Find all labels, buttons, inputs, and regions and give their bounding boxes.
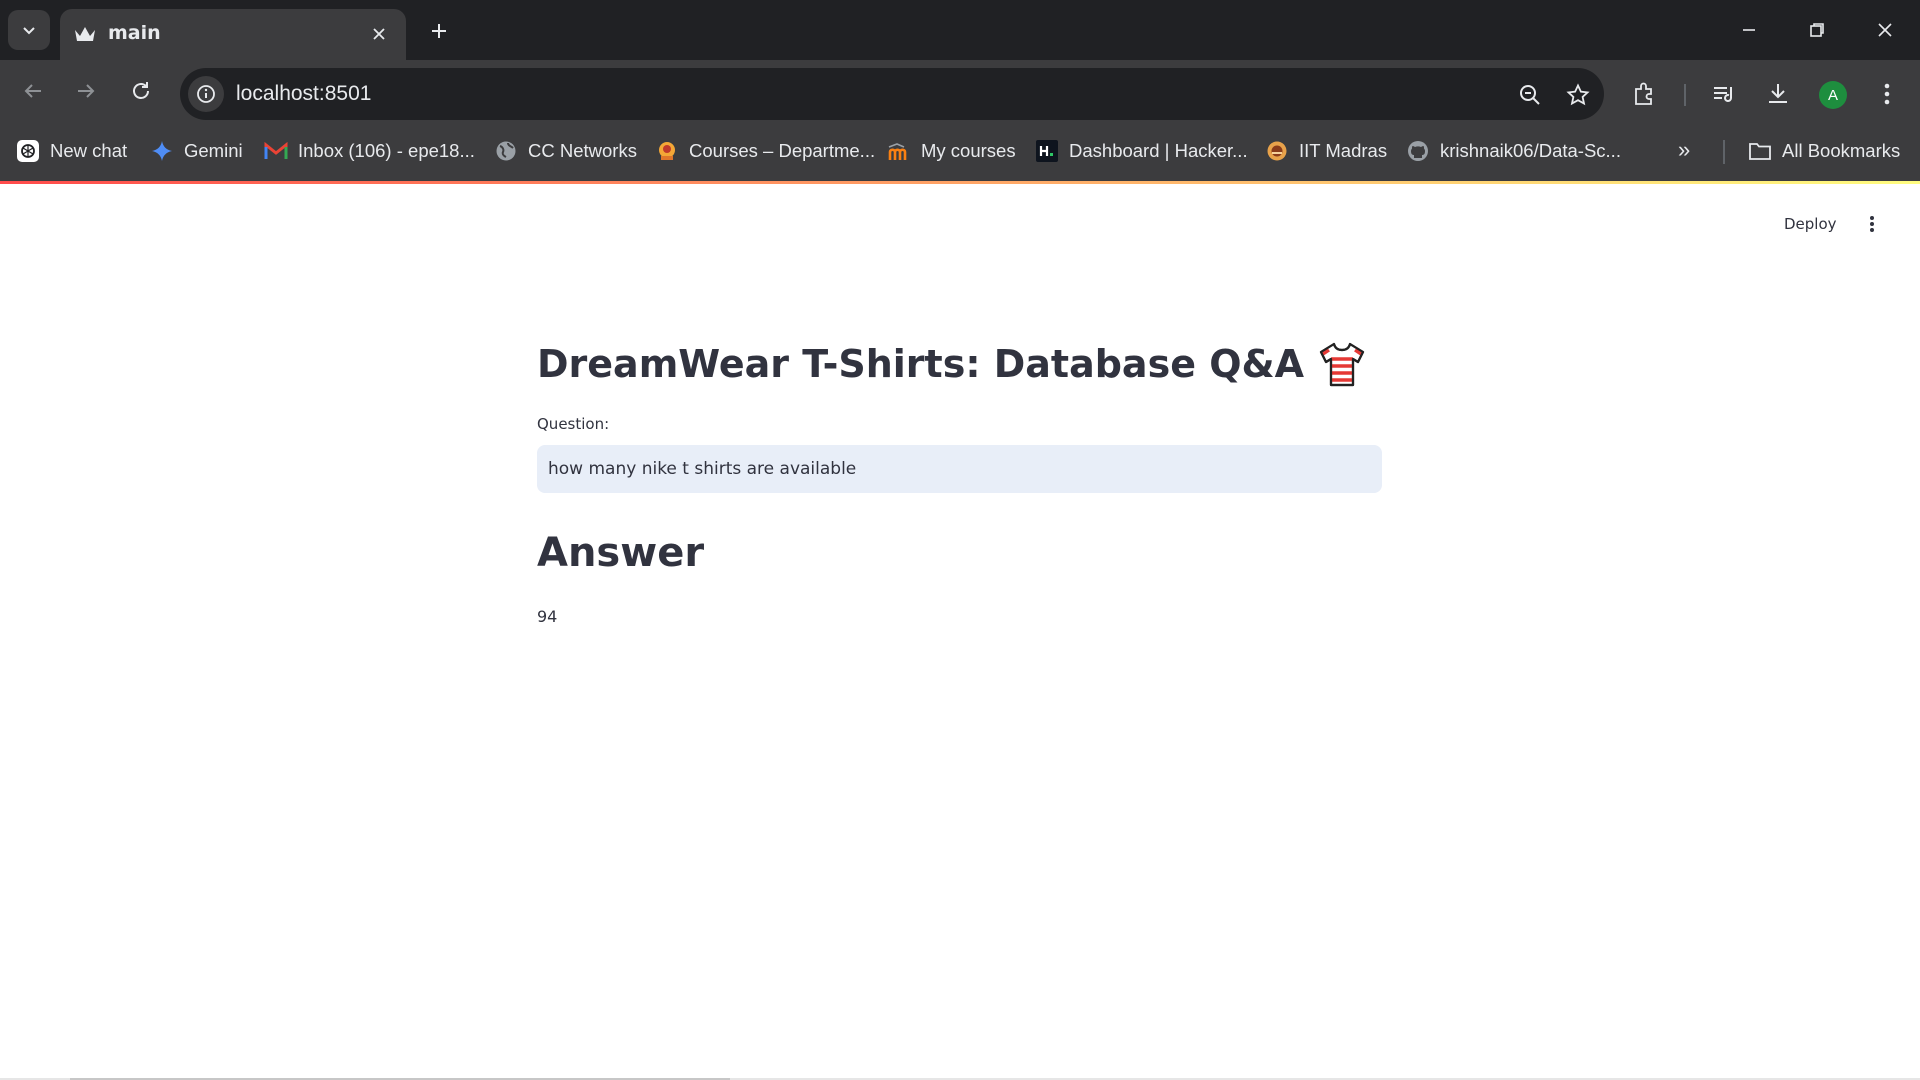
url-text[interactable]: localhost:8501 — [236, 82, 371, 106]
site-info-icon[interactable] — [188, 76, 224, 112]
page-title: DreamWear T-Shirts: Database Q&A — [537, 340, 1366, 388]
streamlit-favicon-icon — [73, 22, 97, 46]
iitm-icon — [1265, 139, 1289, 163]
download-icon[interactable] — [1760, 76, 1796, 112]
bookmark-label: krishnaik06/Data-Sc... — [1440, 140, 1621, 161]
bookmark-label: Courses – Departme... — [689, 140, 876, 161]
forward-icon[interactable] — [67, 72, 105, 110]
media-controls-icon[interactable] — [1706, 76, 1742, 112]
folder-icon — [1748, 139, 1772, 163]
bookmark-cc-networks[interactable]: CC Networks — [494, 136, 637, 166]
new-tab-icon[interactable] — [422, 14, 456, 48]
bookmark-label: Gemini — [184, 140, 243, 161]
all-bookmarks-label: All Bookmarks — [1782, 140, 1901, 161]
page-title-text: DreamWear T-Shirts: Database Q&A — [537, 342, 1305, 386]
bookmark-inbox[interactable]: Inbox (106) - epe18... — [264, 136, 475, 166]
address-bar[interactable]: localhost:8501 — [180, 68, 1604, 120]
deploy-button[interactable]: Deploy — [1784, 215, 1837, 233]
restore-icon[interactable] — [1797, 10, 1837, 50]
chrome-menu-icon[interactable] — [1869, 76, 1905, 112]
app-menu-icon[interactable] — [1860, 210, 1884, 238]
bookmark-star-icon[interactable] — [1561, 78, 1595, 112]
app-page: Deploy DreamWear T-Shirts: Database Q&A … — [0, 184, 1920, 1080]
toolbar-divider — [1684, 84, 1686, 106]
gmail-icon — [264, 139, 288, 163]
reload-icon[interactable] — [122, 72, 160, 110]
bookmark-new-chat[interactable]: New chat — [16, 136, 127, 166]
answer-heading: Answer — [537, 530, 705, 576]
bookmark-github[interactable]: krishnaik06/Data-Sc... — [1406, 136, 1621, 166]
close-window-icon[interactable] — [1865, 10, 1905, 50]
tab-strip: main — [0, 0, 1920, 60]
question-input[interactable] — [537, 445, 1382, 493]
courses-icon — [655, 139, 679, 163]
hackerrank-icon — [1035, 139, 1059, 163]
tab-main[interactable]: main — [60, 9, 406, 60]
extensions-icon[interactable] — [1627, 76, 1663, 112]
gemini-icon — [150, 139, 174, 163]
t-shirt-icon — [1318, 340, 1366, 388]
bookmarks-divider — [1723, 140, 1725, 164]
github-icon — [1406, 139, 1430, 163]
tab-search-button[interactable] — [8, 10, 50, 50]
answer-value: 94 — [537, 607, 558, 626]
bookmark-courses[interactable]: Courses – Departme... — [655, 136, 875, 166]
tab-title: main — [108, 22, 161, 44]
question-label: Question: — [537, 415, 610, 433]
back-icon[interactable] — [14, 72, 52, 110]
bookmark-label: IIT Madras — [1299, 140, 1388, 161]
chevron-down-icon — [23, 27, 35, 35]
bookmarks-bar: New chat Gemini Inbox (106) - epe18... C… — [0, 120, 1920, 182]
profile-avatar[interactable]: A — [1819, 81, 1847, 109]
minimize-icon[interactable] — [1729, 10, 1769, 50]
bookmark-label: New chat — [50, 140, 128, 161]
moodle-icon — [887, 139, 911, 163]
all-bookmarks-button[interactable]: All Bookmarks — [1748, 136, 1900, 166]
globe-icon — [494, 139, 518, 163]
openai-icon — [16, 139, 40, 163]
bookmarks-overflow-button[interactable]: » — [1678, 135, 1690, 165]
zoom-icon[interactable] — [1513, 78, 1547, 112]
bookmark-label: CC Networks — [528, 140, 637, 161]
bookmark-label: Dashboard | Hacker... — [1069, 140, 1248, 161]
bookmark-gemini[interactable]: Gemini — [150, 136, 243, 166]
bookmark-label: My courses — [921, 140, 1016, 161]
browser-toolbar: localhost:8501 — [0, 60, 1920, 120]
bookmark-label: Inbox (106) - epe18... — [298, 140, 475, 161]
close-tab-icon[interactable] — [366, 21, 392, 47]
bookmark-hackerrank[interactable]: Dashboard | Hacker... — [1035, 136, 1248, 166]
bookmark-my-courses[interactable]: My courses — [887, 136, 1016, 166]
bookmark-iit-madras[interactable]: IIT Madras — [1265, 136, 1387, 166]
